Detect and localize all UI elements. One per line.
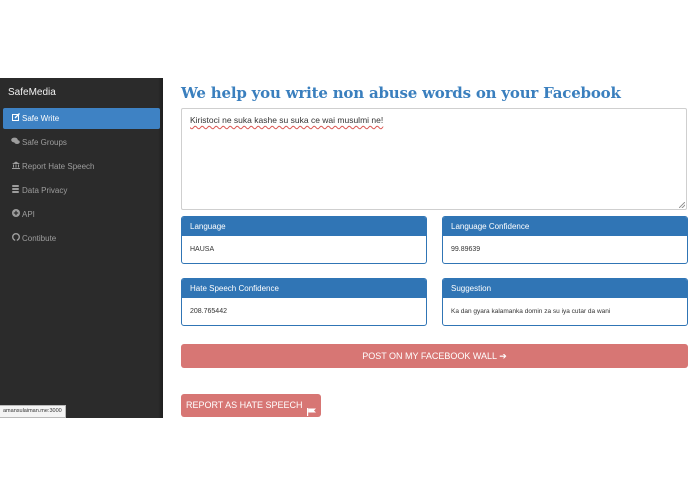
sidebar-item-label: Report Hate Speech — [22, 162, 95, 171]
hate-speech-confidence-panel: Hate Speech Confidence 208.765442 — [181, 278, 427, 326]
report-hate-speech-button[interactable]: REPORT AS HATE SPEECH — [181, 394, 321, 417]
flag-icon — [307, 402, 317, 416]
sidebar-item-api[interactable]: API — [3, 204, 160, 225]
sidebar-item-label: Contibute — [22, 234, 57, 243]
sidebar-item-safe-groups[interactable]: Safe Groups — [3, 132, 160, 153]
sidebar-item-label: Data Privacy — [22, 186, 68, 195]
status-bar-url-tooltip: amansulaiman.me:3000 — [0, 405, 66, 418]
sidebar: SafeMedia Safe Write Safe Groups Report … — [0, 78, 163, 418]
message-textarea[interactable]: Kiristoci ne suka kashe su suka ce wai m… — [181, 108, 687, 210]
database-icon — [11, 180, 20, 201]
language-confidence-panel: Language Confidence 99.89639 — [442, 216, 688, 264]
sidebar-item-label: API — [22, 210, 35, 219]
language-panel: Language HAUSA — [181, 216, 427, 264]
panel-heading: Language — [182, 217, 426, 236]
sidebar-item-report-hate-speech[interactable]: Report Hate Speech — [3, 156, 160, 177]
edit-icon — [11, 108, 20, 129]
post-to-facebook-button[interactable]: POST ON MY FACEBOOK WALL ➔ — [181, 344, 688, 368]
page-title: We help you write non abuse words on you… — [181, 84, 621, 102]
sidebar-item-contibute[interactable]: Contibute — [3, 228, 160, 249]
sidebar-item-label: Safe Groups — [22, 138, 67, 147]
github-icon — [11, 228, 20, 249]
brand-name[interactable]: SafeMedia — [8, 87, 56, 98]
post-button-label: POST ON MY FACEBOOK WALL — [362, 351, 497, 361]
panel-value: 208.765442 — [190, 308, 227, 315]
message-text: Kiristoci ne suka kashe su suka ce wai m… — [190, 115, 384, 125]
suggestion-panel: Suggestion Ka dan gyara kalamanka domin … — [442, 278, 688, 326]
comments-icon — [11, 132, 20, 153]
report-button-label: REPORT AS HATE SPEECH — [185, 400, 303, 410]
panel-heading: Language Confidence — [443, 217, 687, 236]
sidebar-item-data-privacy[interactable]: Data Privacy — [3, 180, 160, 201]
panel-heading: Hate Speech Confidence — [182, 279, 426, 298]
panel-value: Ka dan gyara kalamanka domin za su iya c… — [451, 308, 611, 315]
sidebar-item-label: Safe Write — [22, 114, 60, 123]
resize-handle[interactable] — [679, 202, 685, 208]
bank-icon — [11, 156, 20, 177]
sidebar-item-safe-write[interactable]: Safe Write — [3, 108, 160, 129]
panel-value: 99.89639 — [451, 246, 481, 253]
circle-plus-icon — [11, 204, 20, 225]
panel-heading: Suggestion — [443, 279, 687, 298]
arrow-right-icon: ➔ — [499, 351, 507, 361]
panel-value: HAUSA — [190, 246, 215, 253]
